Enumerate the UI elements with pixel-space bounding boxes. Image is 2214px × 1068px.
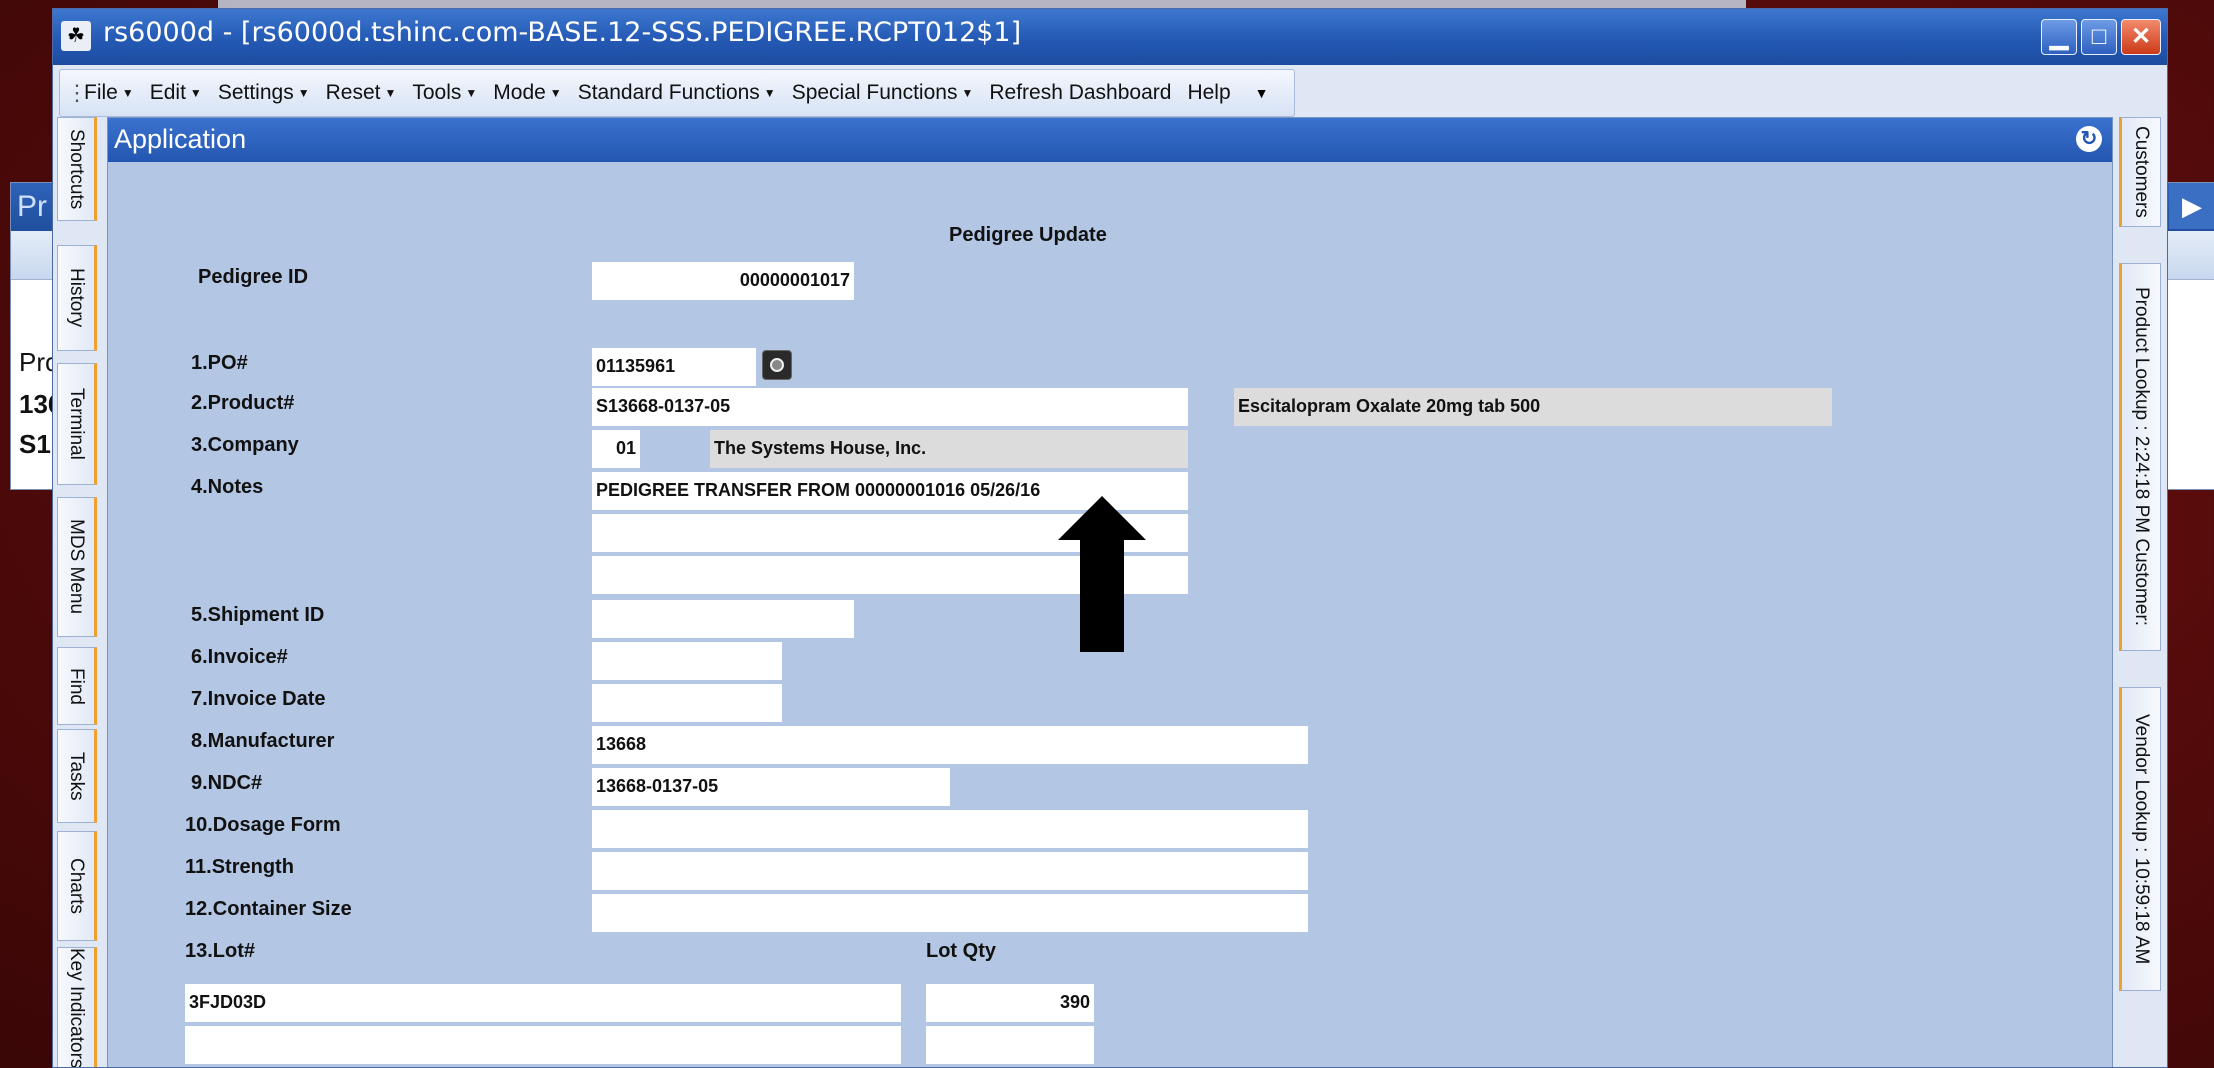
lot-qty-field[interactable]: 390 <box>926 984 1094 1022</box>
annotation-arrow-icon <box>1058 496 1146 652</box>
dropdown-arrow-icon: ▼ <box>189 86 202 101</box>
po-label: 1.PO# <box>191 352 248 374</box>
lot-field[interactable]: 3FJD03D <box>185 984 901 1022</box>
camera-icon[interactable] <box>762 350 792 380</box>
title-bar: ☘ rs6000d - [rs6000d.tshinc.com-BASE.12-… <box>53 9 2167 65</box>
dropdown-arrow-icon: ▼ <box>549 86 562 101</box>
lot-label: 13.Lot# <box>185 940 256 962</box>
application-panel: Application ↻ Pedigree Update Pedigree I… <box>107 117 2113 1067</box>
invoice-label: 6.Invoice# <box>191 646 288 668</box>
left-side-tabs: Shortcuts History Terminal MDS Menu Find… <box>57 117 99 1067</box>
dropdown-arrow-icon: ▼ <box>121 86 134 101</box>
menu-mode[interactable]: Mode ▼ <box>485 81 569 105</box>
tab-mds-menu[interactable]: MDS Menu <box>57 497 97 637</box>
application-title: Application <box>114 124 247 154</box>
close-button[interactable]: ✕ <box>2121 19 2161 55</box>
shipment-id-label: 5.Shipment ID <box>191 604 325 626</box>
mds-app-icon: ☘ <box>61 21 91 51</box>
invoice-field[interactable] <box>592 642 782 680</box>
main-window: ☘ rs6000d - [rs6000d.tshinc.com-BASE.12-… <box>52 8 2168 1068</box>
toolbar-grip-icon[interactable]: ⋮ <box>66 82 88 104</box>
dropdown-arrow-icon: ▼ <box>961 86 974 101</box>
tab-tasks[interactable]: Tasks <box>57 729 97 823</box>
lot-qty-label: Lot Qty <box>926 940 996 962</box>
invoice-date-label: 7.Invoice Date <box>191 688 326 710</box>
dosage-form-label: 10.Dosage Form <box>185 814 341 836</box>
menu-help[interactable]: Help <box>1179 81 1238 105</box>
ndc-label: 9.NDC# <box>191 772 263 794</box>
tab-terminal[interactable]: Terminal <box>57 363 97 485</box>
dosage-form-field[interactable] <box>592 810 1308 848</box>
window-title: rs6000d - [rs6000d.tshinc.com-BASE.12-SS… <box>103 17 1022 48</box>
tab-charts[interactable]: Charts <box>57 831 97 941</box>
po-field[interactable]: 01135961 <box>592 348 756 386</box>
shipment-id-field[interactable] <box>592 600 854 638</box>
invoice-date-field[interactable] <box>592 684 782 722</box>
minimize-button[interactable]: ▁ <box>2041 19 2077 55</box>
strength-field[interactable] <box>592 852 1308 890</box>
form-title: Pedigree Update <box>949 224 1107 246</box>
company-label: 3.Company <box>191 434 299 456</box>
dropdown-arrow-icon: ▼ <box>384 86 397 101</box>
container-size-label: 12.Container Size <box>185 898 352 920</box>
dropdown-arrow-icon: ▼ <box>297 86 310 101</box>
right-side-tabs: Customers Product Lookup : 2:24:18 PM Cu… <box>2119 117 2163 1067</box>
menu-tools[interactable]: Tools ▼ <box>404 81 485 105</box>
lot-field[interactable] <box>185 1026 901 1064</box>
product-description: Escitalopram Oxalate 20mg tab 500 <box>1234 388 1832 426</box>
application-header: Application ↻ <box>108 118 2112 162</box>
tab-vendor-lookup[interactable]: Vendor Lookup : 10:59:18 AM <box>2119 687 2161 991</box>
tab-find[interactable]: Find <box>57 647 97 725</box>
background-window-icon: ▶ <box>2169 183 2214 229</box>
tab-key-indicators[interactable]: Key Indicators <box>57 947 97 1067</box>
dropdown-arrow-icon: ▼ <box>465 86 478 101</box>
pedigree-id-label: Pedigree ID <box>198 266 309 288</box>
menu-standard-functions[interactable]: Standard Functions ▼ <box>570 81 784 105</box>
product-label: 2.Product# <box>191 392 295 414</box>
menu-reset[interactable]: Reset ▼ <box>318 81 405 105</box>
manufacturer-field[interactable]: 13668 <box>592 726 1308 764</box>
menu-refresh-dashboard[interactable]: Refresh Dashboard <box>981 81 1179 105</box>
tab-product-lookup[interactable]: Product Lookup : 2:24:18 PM Customer: <box>2119 263 2161 651</box>
ndc-field[interactable]: 13668-0137-05 <box>592 768 950 806</box>
lot-qty-field[interactable] <box>926 1026 1094 1064</box>
company-name: The Systems House, Inc. <box>710 430 1188 468</box>
tab-history[interactable]: History <box>57 245 97 351</box>
notes-label: 4.Notes <box>191 476 264 498</box>
menu-edit[interactable]: Edit ▼ <box>142 81 210 105</box>
menu-special-functions[interactable]: Special Functions ▼ <box>784 81 982 105</box>
refresh-icon[interactable]: ↻ <box>2076 126 2102 152</box>
tab-shortcuts[interactable]: Shortcuts <box>57 117 97 221</box>
menu-bar: ⋮ File ▼ Edit ▼ Settings ▼ Reset ▼ Tools ▼ Mo… <box>59 69 1295 117</box>
tab-customers[interactable]: Customers <box>2119 117 2161 227</box>
toolbar-overflow-icon[interactable]: ▼ <box>1255 85 1269 101</box>
manufacturer-label: 8.Manufacturer <box>191 730 335 752</box>
product-field[interactable]: S13668-0137-05 <box>592 388 1188 426</box>
menu-file[interactable]: File ▼ <box>76 81 142 105</box>
maximize-button[interactable]: □ <box>2081 19 2117 55</box>
background-row-text: S1 <box>19 429 51 459</box>
company-code-field[interactable]: 01 <box>592 430 640 468</box>
menu-settings[interactable]: Settings ▼ <box>210 81 318 105</box>
dropdown-arrow-icon: ▼ <box>763 86 776 101</box>
strength-label: 11.Strength <box>185 856 294 878</box>
pedigree-id-field[interactable]: 00000001017 <box>592 262 854 300</box>
container-size-field[interactable] <box>592 894 1308 932</box>
